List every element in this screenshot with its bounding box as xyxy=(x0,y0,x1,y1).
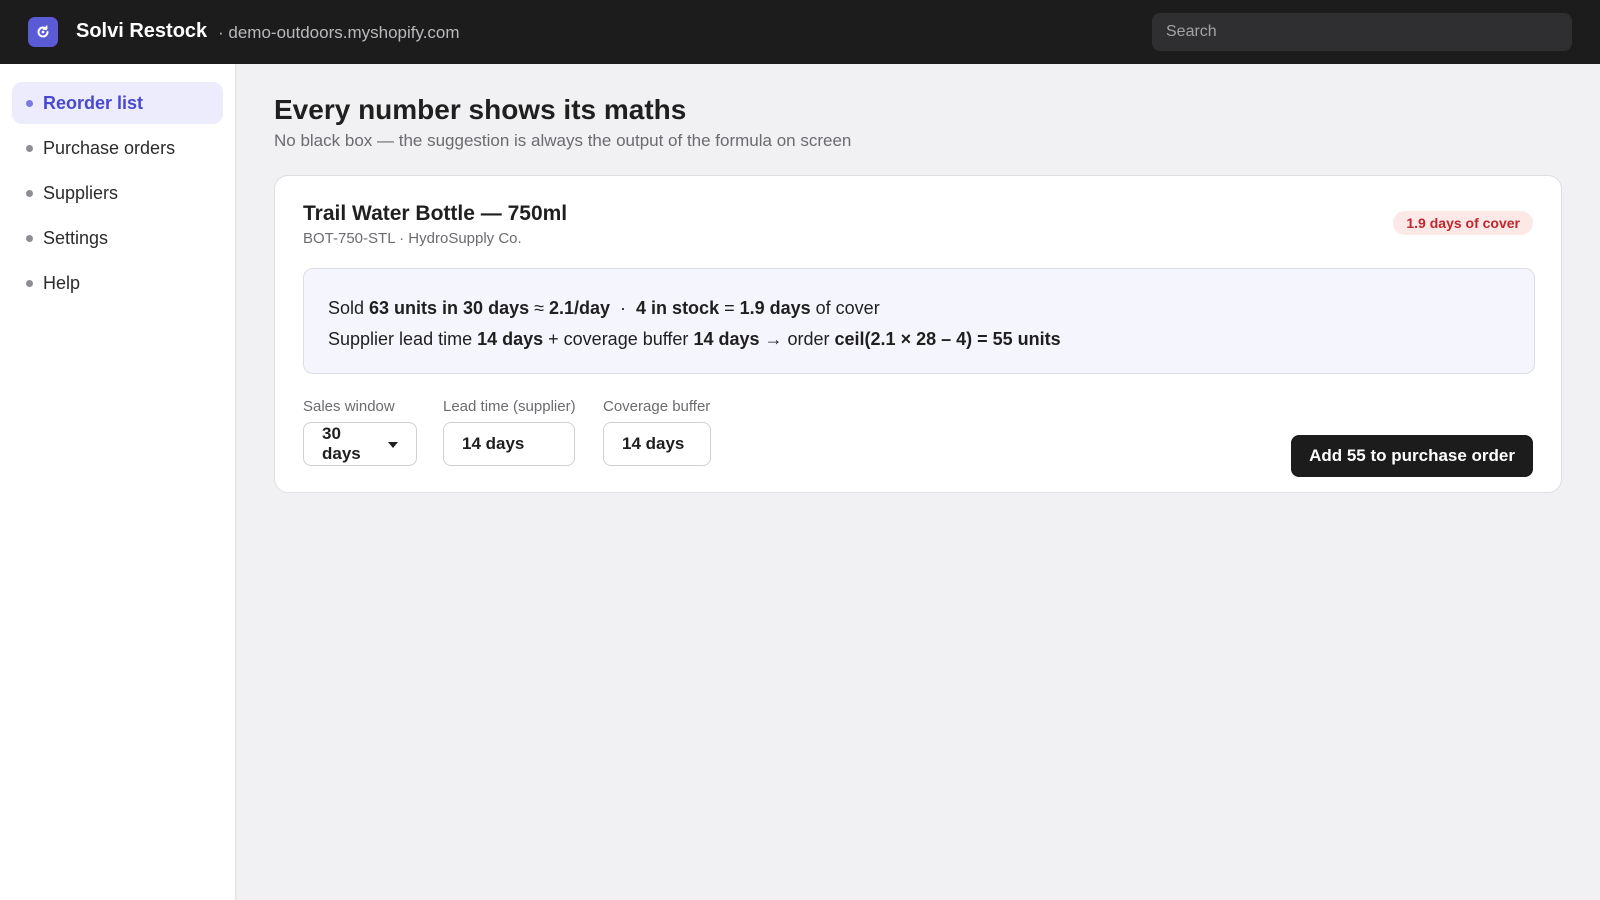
formula-text: = xyxy=(719,298,740,318)
formula-line-order: Supplier lead time 14 days + coverage bu… xyxy=(328,324,1510,355)
formula-line-sales: Sold 63 units in 30 days ≈ 2.1/day · 4 i… xyxy=(328,293,1510,324)
field-label: Coverage buffer xyxy=(603,398,711,415)
coverage-buffer-field: Coverage buffer 14 days xyxy=(603,398,711,466)
formula-value: ceil(2.1 × 28 – 4) = 55 units xyxy=(834,329,1061,349)
chevron-down-icon xyxy=(388,442,398,448)
formula-text: ≈ xyxy=(529,298,549,318)
sidebar-item-label: Help xyxy=(43,272,81,293)
bullet-icon xyxy=(26,235,33,242)
page-title: Every number shows its maths xyxy=(274,94,687,125)
app-name: Solvi Restock xyxy=(76,20,208,42)
sidebar-item-reorder-list[interactable]: Reorder list xyxy=(12,82,223,124)
sidebar-item-help[interactable]: Help xyxy=(12,262,223,304)
top-bar: Solvi Restock · demo-outdoors.myshopify.… xyxy=(0,0,1600,64)
sidebar-item-label: Suppliers xyxy=(43,182,119,203)
formula-text: + coverage buffer xyxy=(543,329,694,349)
page-subtitle: No black box — the suggestion is always … xyxy=(274,131,852,150)
bullet-icon xyxy=(26,190,33,197)
store-url: · demo-outdoors.myshopify.com xyxy=(218,23,460,42)
formula-text: Supplier lead time xyxy=(328,329,478,349)
sidebar-item-suppliers[interactable]: Suppliers xyxy=(12,172,223,214)
bullet-icon xyxy=(26,280,33,287)
formula-value: 4 in stock xyxy=(636,298,720,318)
search-input[interactable] xyxy=(1152,13,1572,51)
product-sku-supplier: BOT-750-STL · HydroSupply Co. xyxy=(303,230,522,247)
formula-text: Sold xyxy=(328,298,370,318)
sidebar-item-settings[interactable]: Settings xyxy=(12,217,223,259)
lead-time-field: Lead time (supplier) 14 days xyxy=(443,398,576,466)
formula-value: 2.1/day xyxy=(549,298,611,318)
formula-panel: Sold 63 units in 30 days ≈ 2.1/day · 4 i… xyxy=(303,268,1535,374)
formula-value: 63 units in 30 days xyxy=(369,298,530,318)
sidebar-item-purchase-orders[interactable]: Purchase orders xyxy=(12,127,223,169)
sidebar-item-label: Reorder list xyxy=(43,92,144,113)
formula-text: of cover xyxy=(810,298,880,318)
formula-value: 14 days xyxy=(693,329,760,349)
bullet-icon xyxy=(26,145,33,152)
app-logo[interactable] xyxy=(28,17,58,47)
product-card: Trail Water Bottle — 750ml BOT-750-STL ·… xyxy=(274,175,1562,493)
sidebar-item-label: Settings xyxy=(43,227,109,248)
refresh-icon xyxy=(37,25,49,38)
input-value: 14 days xyxy=(462,434,525,453)
product-name: Trail Water Bottle — 750ml xyxy=(303,202,568,225)
sidebar-item-label: Purchase orders xyxy=(43,137,176,158)
sidebar: Reorder list Purchase orders Suppliers S… xyxy=(0,64,236,900)
bullet-icon xyxy=(26,100,33,107)
field-label: Lead time (supplier) xyxy=(443,398,576,415)
add-to-purchase-order-button[interactable]: Add 55 to purchase order xyxy=(1291,435,1533,477)
field-label: Sales window xyxy=(303,398,395,415)
sales-window-select[interactable]: 30 days xyxy=(303,422,417,466)
formula-value: 14 days xyxy=(477,329,544,349)
select-value: 30 days xyxy=(322,424,361,463)
status-badge: 1.9 days of cover xyxy=(1393,211,1533,235)
formula-separator: · xyxy=(610,298,637,318)
input-value: 14 days xyxy=(622,434,685,453)
lead-time-input[interactable]: 14 days xyxy=(443,422,575,466)
formula-text: → order xyxy=(759,329,835,349)
formula-value: 1.9 days xyxy=(739,298,811,318)
coverage-buffer-input[interactable]: 14 days xyxy=(603,422,711,466)
sales-window-field: Sales window 30 days xyxy=(303,398,417,466)
